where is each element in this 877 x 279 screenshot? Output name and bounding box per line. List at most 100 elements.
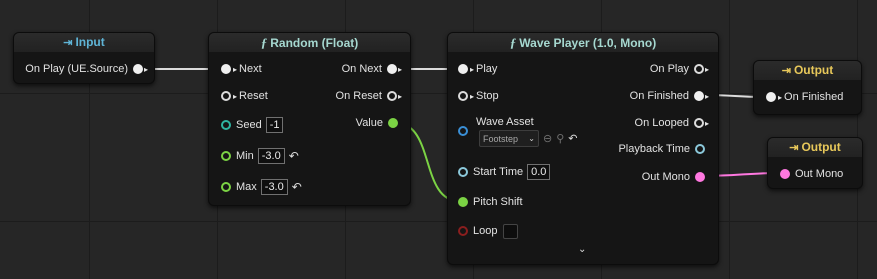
expand-chevron-icon[interactable]: ⌄ — [578, 244, 586, 255]
exec-pin-icon[interactable] — [693, 64, 704, 74]
pin-label: Out Mono — [795, 168, 844, 180]
max-value-input[interactable]: -3.0 — [260, 179, 288, 195]
pin-label: Seed — [236, 119, 262, 131]
float-pin-icon[interactable] — [388, 118, 398, 128]
output-finished-title: Output — [793, 63, 834, 77]
pin-label: Next — [239, 63, 262, 75]
pin-play[interactable]: ▸ Play — [458, 61, 497, 77]
pin-on-reset[interactable]: On Reset ▸ — [336, 88, 402, 104]
exec-pin-icon[interactable] — [458, 64, 468, 74]
exec-pin-icon[interactable] — [458, 91, 468, 101]
pin-min[interactable]: Min -3.0 ↶ — [221, 148, 299, 164]
pin-out-mono[interactable]: Out Mono — [642, 169, 705, 185]
pin-label: On Play (UE.Source) — [25, 63, 128, 75]
pin-label: Out Mono — [641, 171, 690, 183]
function-icon: ƒ — [260, 35, 268, 50]
pin-start-time[interactable]: Start Time 0.0 — [458, 164, 551, 180]
pin-label: Reset — [239, 90, 268, 102]
pin-seed[interactable]: Seed -1 — [221, 117, 284, 133]
pin-output-out-mono[interactable]: Out Mono — [780, 166, 843, 182]
exec-pin-icon[interactable] — [386, 91, 397, 101]
pin-playback-time[interactable]: Playback Time — [618, 141, 705, 157]
pin-max[interactable]: Max -3.0 ↶ — [221, 179, 302, 195]
pin-label: Min — [236, 150, 254, 162]
input-node-header[interactable]: ⇥ Input — [14, 33, 154, 52]
pin-label: Wave Asset — [476, 116, 534, 128]
exec-pin-icon[interactable] — [221, 64, 231, 74]
exec-arrow-icon: ▸ — [704, 64, 709, 74]
exec-pin-icon[interactable] — [693, 118, 704, 128]
audio-pin-icon[interactable] — [695, 172, 705, 182]
exec-pin-icon[interactable] — [386, 64, 397, 74]
reset-default-icon[interactable]: ↶ — [289, 149, 299, 163]
random-node-header[interactable]: ƒ Random (Float) — [209, 33, 410, 52]
pin-reset[interactable]: ▸ Reset — [221, 88, 268, 104]
input-node[interactable]: ⇥ Input On Play (UE.Source) ▸ — [13, 32, 155, 84]
pin-next[interactable]: ▸ Next — [221, 61, 262, 77]
pin-stop[interactable]: ▸ Stop — [458, 88, 499, 104]
wave-asset-picker[interactable]: Footstep ⌄ ⊖ ⚲ ↶ — [479, 130, 578, 147]
float-pin-icon[interactable] — [458, 197, 468, 207]
float-pin-icon[interactable] — [221, 151, 231, 161]
pin-label: Playback Time — [618, 143, 690, 155]
pin-on-looped[interactable]: On Looped ▸ — [634, 115, 709, 131]
pin-loop[interactable]: Loop — [458, 223, 519, 239]
exec-arrow-icon: ▸ — [470, 91, 475, 101]
pin-on-next[interactable]: On Next ▸ — [342, 61, 402, 77]
input-arrow-icon: ⇥ — [63, 37, 73, 49]
exec-pin-icon[interactable] — [132, 64, 143, 74]
pin-wave-asset[interactable] — [458, 123, 473, 139]
audio-pin-icon[interactable] — [780, 169, 790, 179]
pin-label: Pitch Shift — [473, 196, 523, 208]
pin-value[interactable]: Value — [356, 115, 398, 131]
wave-asset-combo[interactable]: Footstep ⌄ — [479, 130, 539, 147]
bool-pin-icon[interactable] — [458, 226, 468, 236]
pin-label: Value — [355, 117, 383, 129]
reset-default-icon[interactable]: ↶ — [568, 132, 577, 145]
float-pin-icon[interactable] — [221, 182, 231, 192]
loop-checkbox[interactable] — [503, 223, 519, 239]
pin-output-on-finished[interactable]: ▸ On Finished — [766, 89, 843, 105]
pin-label: On Looped — [634, 117, 689, 129]
pin-label: Stop — [476, 90, 499, 102]
wave-asset-value: Footstep — [483, 133, 519, 144]
time-pin-icon[interactable] — [695, 144, 705, 154]
chevron-down-icon: ⌄ — [528, 134, 535, 143]
int-pin-icon[interactable] — [221, 120, 231, 130]
reset-default-icon[interactable]: ↶ — [292, 180, 302, 194]
pin-pitch-shift[interactable]: Pitch Shift — [458, 194, 523, 210]
exec-pin-icon[interactable] — [693, 91, 704, 101]
pin-label: Play — [476, 63, 498, 75]
output-finished-node[interactable]: ⇥ Output ▸ On Finished — [753, 60, 862, 115]
seed-value-input[interactable]: -1 — [265, 117, 284, 133]
input-node-title: Input — [75, 35, 105, 49]
browse-asset-icon[interactable]: ⊖ — [543, 132, 552, 145]
exec-arrow-icon: ▸ — [778, 92, 783, 102]
object-pin-icon[interactable] — [458, 126, 468, 136]
pin-on-finished[interactable]: On Finished ▸ — [630, 88, 709, 104]
output-mono-title: Output — [801, 140, 841, 154]
exec-pin-icon[interactable] — [221, 91, 231, 101]
wave-player-node-header[interactable]: ƒ Wave Player (1.0, Mono) — [448, 33, 718, 52]
output-arrow-icon: ⇥ — [781, 65, 791, 77]
exec-arrow-icon: ▸ — [143, 64, 148, 74]
exec-arrow-icon: ▸ — [704, 118, 709, 128]
pin-on-play-out[interactable]: On Play ▸ — [650, 61, 709, 77]
pin-label: Start Time — [473, 166, 524, 178]
min-value-input[interactable]: -3.0 — [257, 148, 285, 164]
output-arrow-icon: ⇥ — [789, 142, 799, 154]
exec-pin-icon[interactable] — [766, 92, 776, 102]
random-float-node[interactable]: ƒ Random (Float) ▸ Next ▸ Reset Seed -1 M… — [208, 32, 411, 206]
search-icon[interactable]: ⚲ — [556, 132, 564, 145]
output-finished-header[interactable]: ⇥ Output — [754, 61, 861, 80]
pin-label: On Finished — [784, 91, 844, 103]
pin-label: Loop — [473, 225, 498, 237]
pin-on-play-source[interactable]: On Play (UE.Source) ▸ — [25, 61, 148, 77]
output-mono-header[interactable]: ⇥ Output — [768, 138, 862, 157]
time-pin-icon[interactable] — [458, 167, 468, 177]
exec-arrow-icon: ▸ — [470, 64, 475, 74]
wave-player-node[interactable]: ƒ Wave Player (1.0, Mono) ▸ Play ▸ Stop W… — [447, 32, 719, 265]
output-mono-node[interactable]: ⇥ Output Out Mono — [767, 137, 863, 189]
exec-arrow-icon: ▸ — [233, 91, 238, 101]
start-time-input[interactable]: 0.0 — [527, 164, 551, 180]
